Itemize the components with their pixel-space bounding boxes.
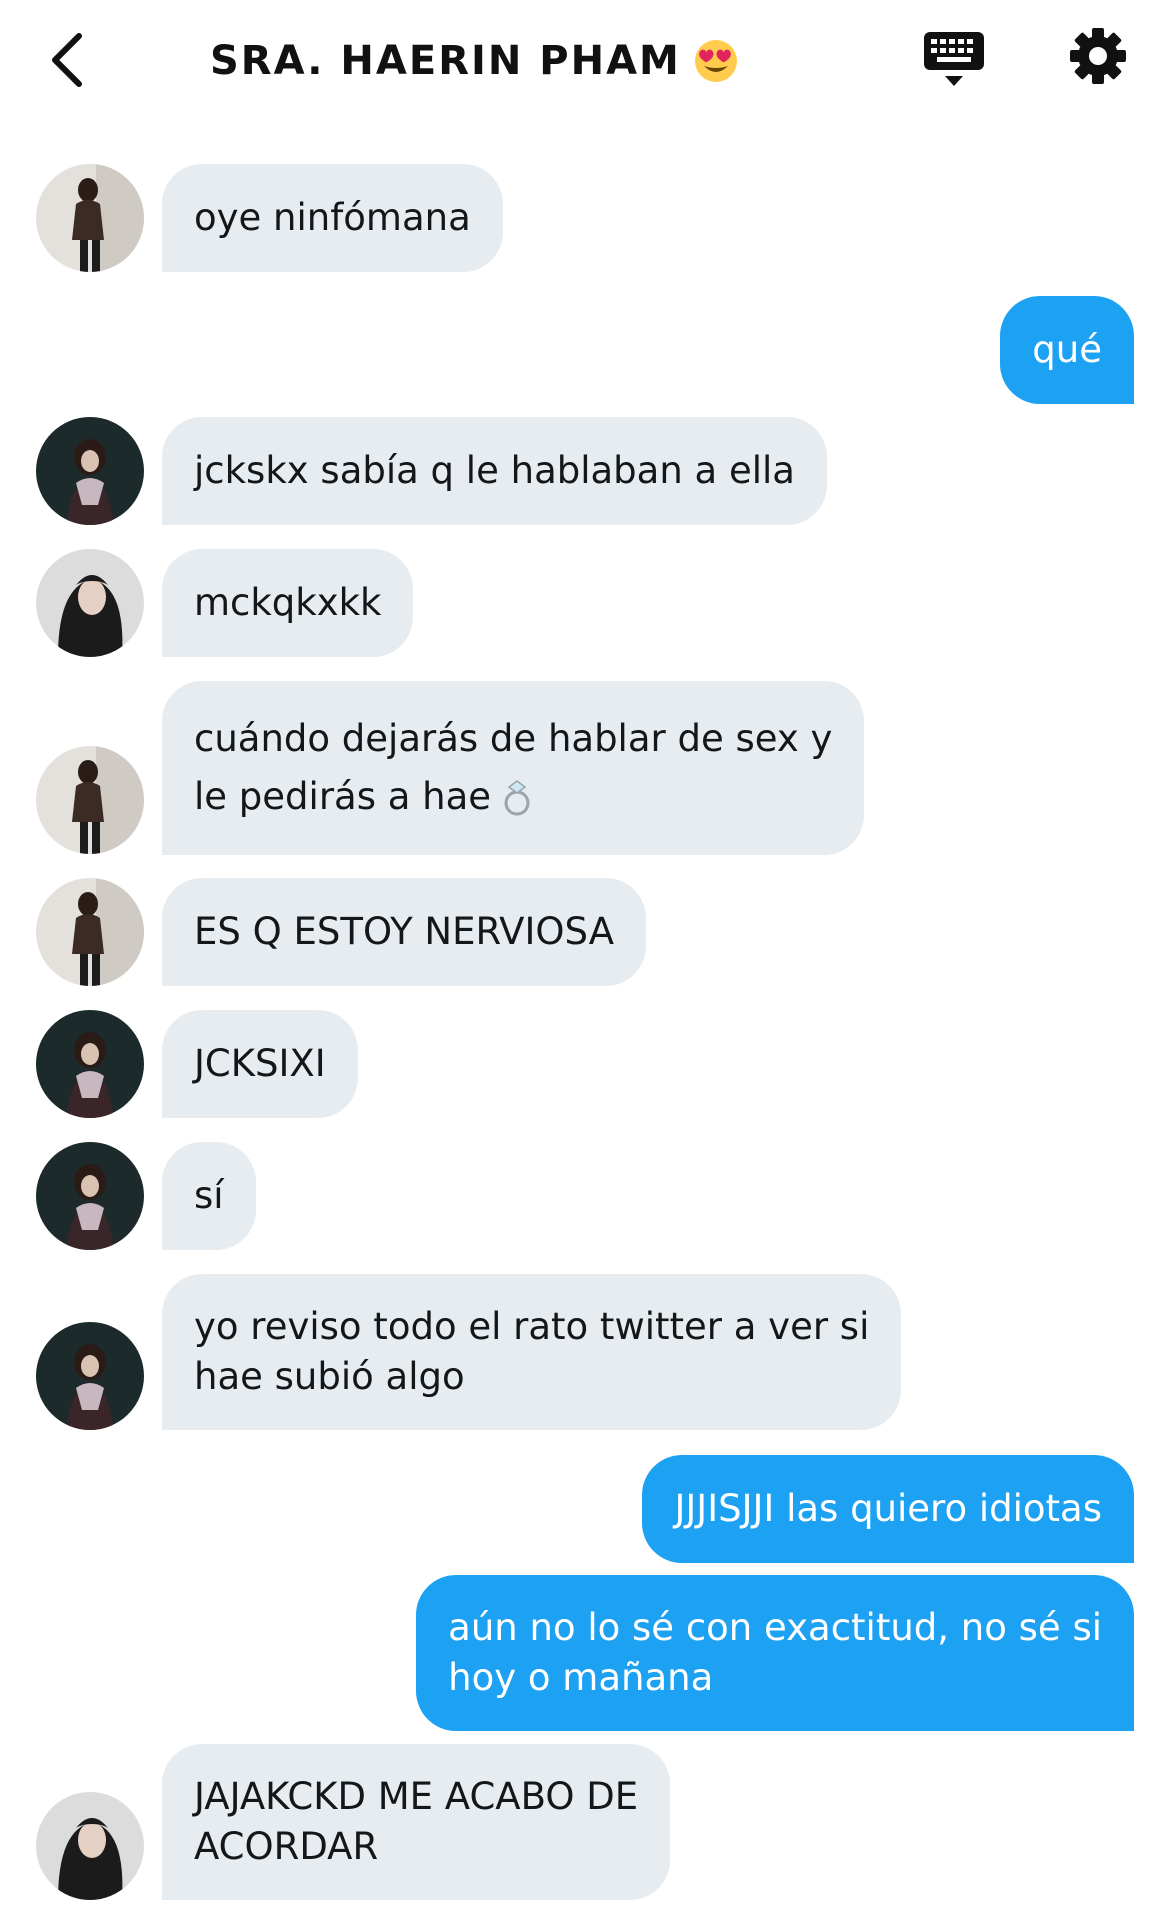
message-text: mckqkxkk <box>194 581 382 624</box>
avatar-long-hair-standing <box>36 878 144 986</box>
avatar-long-hair-standing <box>36 746 144 854</box>
message-text-line-2: le pedirás a hae <box>194 768 539 826</box>
back-button[interactable] <box>42 28 92 92</box>
contact-name: SRA. HAERIN PHAM <box>210 38 681 84</box>
message-text: ES Q ESTOY NERVIOSA <box>194 910 615 953</box>
settings-button[interactable] <box>1068 26 1128 86</box>
message-bubble-incoming[interactable]: oye ninfómana <box>162 164 503 272</box>
avatar[interactable] <box>36 417 144 525</box>
message-bubble-outgoing[interactable]: JJJISJJI las quiero idiotas <box>642 1455 1134 1563</box>
avatar[interactable] <box>36 1792 144 1900</box>
message-bubble-incoming[interactable]: mckqkxkk <box>162 549 414 657</box>
avatar-portrait-closeup <box>36 1792 144 1900</box>
message-text: JAJAKCKD ME ACABO DE ACORDAR <box>194 1775 639 1868</box>
message-bubble-incoming[interactable]: JCKSIXI <box>162 1010 358 1118</box>
message-bubble-incoming[interactable]: JAJAKCKD ME ACABO DE ACORDAR <box>162 1744 671 1900</box>
chat-header: SRA. HAERIN PHAM <box>0 0 1170 120</box>
message-text: yo reviso todo el rato twitter a ver si … <box>194 1305 870 1398</box>
message-text: JJJISJJI las quiero idiotas <box>674 1487 1102 1530</box>
avatar-long-hair-standing <box>36 164 144 272</box>
message-text: cuándo dejarás de hablar de sex y <box>194 717 833 760</box>
heart-eyes-emoji-icon <box>694 40 737 82</box>
message-text: oye ninfómana <box>194 196 471 239</box>
avatar-portrait-closeup <box>36 549 144 657</box>
message-text: JCKSIXI <box>194 1042 326 1085</box>
avatar[interactable] <box>36 1322 144 1430</box>
avatar[interactable] <box>36 549 144 657</box>
message-bubble-outgoing[interactable]: qué <box>1000 296 1134 404</box>
avatar-dark-scarf <box>36 1010 144 1118</box>
message-bubble-incoming[interactable]: ES Q ESTOY NERVIOSA <box>162 878 647 986</box>
message-bubble-incoming[interactable]: sí <box>162 1142 256 1250</box>
keyboard-icon <box>924 32 984 86</box>
message-text: sí <box>194 1174 224 1217</box>
keyboard-button[interactable] <box>920 28 988 90</box>
message-bubble-outgoing[interactable]: aún no lo sé con exactitud, no sé si hoy… <box>416 1575 1134 1731</box>
message-text: qué <box>1032 328 1102 371</box>
gear-icon <box>1070 28 1126 84</box>
message-bubble-incoming[interactable]: yo reviso todo el rato twitter a ver si … <box>162 1274 902 1430</box>
message-text: jckskx sabía q le hablaban a ella <box>194 449 795 492</box>
avatar[interactable] <box>36 1010 144 1118</box>
avatar-dark-scarf <box>36 1322 144 1430</box>
avatar[interactable] <box>36 1142 144 1250</box>
avatar[interactable] <box>36 746 144 854</box>
message-bubble-incoming[interactable]: cuándo dejarás de hablar de sex y le ped… <box>162 681 865 855</box>
ring-icon <box>504 780 530 816</box>
avatar[interactable] <box>36 878 144 986</box>
avatar[interactable] <box>36 164 144 272</box>
message-bubble-incoming[interactable]: jckskx sabía q le hablaban a ella <box>162 417 827 525</box>
conversation-title[interactable]: SRA. HAERIN PHAM <box>210 30 739 92</box>
avatar-dark-scarf <box>36 417 144 525</box>
message-text: aún no lo sé con exactitud, no sé si hoy… <box>448 1606 1102 1699</box>
back-arrow-icon <box>52 33 82 87</box>
avatar-dark-scarf <box>36 1142 144 1250</box>
